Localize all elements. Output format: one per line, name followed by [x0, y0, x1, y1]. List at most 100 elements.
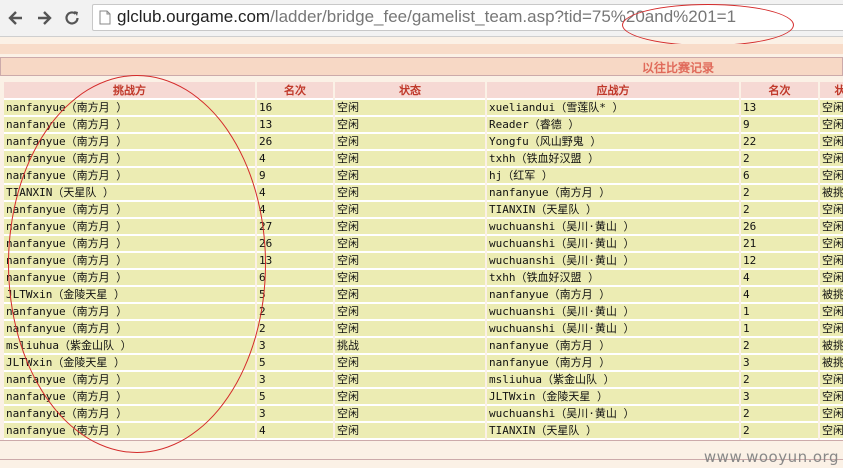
browser-toolbar: glclub.ourgame.com/ladder/bridge_fee/gam…: [0, 0, 843, 37]
defender-cell: wuchuanshi（吴川·黄山 ）: [487, 236, 739, 253]
challenger-cell: nanfanyue（南方月 ）: [4, 423, 255, 440]
challenger-status-cell: 空闲: [335, 117, 485, 134]
match-table: 挑战方 名次 状态 应战方 名次 状 nanfanyue（南方月 ） 16 空闲 xu…: [2, 82, 843, 440]
table-row: nanfanyue（南方月 ） 4 空闲 txhh（铁血好汉盟 ） 2 空闲: [4, 151, 843, 168]
defender-cell: wuchuanshi（吴川·黄山 ）: [487, 304, 739, 321]
defender-rank-cell: 2: [741, 151, 818, 168]
defender-status-cell: 被挑: [820, 287, 843, 304]
forward-button[interactable]: [32, 6, 56, 30]
defender-cell: txhh（铁血好汉盟 ）: [487, 151, 739, 168]
challenger-rank-cell: 16: [257, 100, 333, 117]
challenger-rank-cell: 5: [257, 355, 333, 372]
table-row: nanfanyue（南方月 ） 16 空闲 xueliandui（雪莲队* ） 13 空闲: [4, 100, 843, 117]
table-row: JLTWxin（金陵天星 ） 5 空闲 nanfanyue（南方月 ） 3 被挑: [4, 355, 843, 372]
defender-cell: Reader（睿德 ）: [487, 117, 739, 134]
challenger-cell: nanfanyue（南方月 ）: [4, 168, 255, 185]
url-path: /ladder/bridge_fee/gamelist_team.asp?tid…: [270, 7, 737, 26]
challenger-rank-cell: 4: [257, 151, 333, 168]
defender-rank-cell: 2: [741, 202, 818, 219]
challenger-status-cell: 空闲: [335, 372, 485, 389]
challenger-cell: nanfanyue（南方月 ）: [4, 219, 255, 236]
challenger-rank-cell: 4: [257, 202, 333, 219]
table-row: nanfanyue（南方月 ） 5 空闲 JLTWxin（金陵天星 ） 3 空闲: [4, 389, 843, 406]
column-header-rank: 名次: [257, 82, 333, 100]
defender-cell: wuchuanshi（吴川·黄山 ）: [487, 406, 739, 423]
challenger-status-cell: 空闲: [335, 100, 485, 117]
section-header: 以往比赛记录: [0, 57, 843, 76]
challenger-status-cell: 空闲: [335, 304, 485, 321]
defender-status-cell: 空闲: [820, 117, 843, 134]
defender-status-cell: 空闲: [820, 389, 843, 406]
address-bar[interactable]: glclub.ourgame.com/ladder/bridge_fee/gam…: [92, 4, 843, 31]
challenger-status-cell: 空闲: [335, 321, 485, 338]
defender-status-cell: 被挑: [820, 355, 843, 372]
table-row: nanfanyue（南方月 ） 2 空闲 wuchuanshi（吴川·黄山 ） 1 空闲: [4, 304, 843, 321]
challenger-status-cell: 空闲: [335, 151, 485, 168]
defender-status-cell: 空闲: [820, 202, 843, 219]
url-text: glclub.ourgame.com/ladder/bridge_fee/gam…: [117, 7, 736, 27]
defender-rank-cell: 2: [741, 406, 818, 423]
challenger-rank-cell: 2: [257, 304, 333, 321]
defender-status-cell: 空闲: [820, 100, 843, 117]
challenger-cell: nanfanyue（南方月 ）: [4, 202, 255, 219]
defender-status-cell: 空闲: [820, 236, 843, 253]
defender-cell: TIANXIN（天星队 ）: [487, 202, 739, 219]
defender-rank-cell: 1: [741, 304, 818, 321]
table-row: msliuhua（紫金山队 ） 3 挑战 nanfanyue（南方月 ） 2 被挑: [4, 338, 843, 355]
defender-status-cell: 被挑: [820, 338, 843, 355]
challenger-cell: nanfanyue（南方月 ）: [4, 100, 255, 117]
defender-cell: nanfanyue（南方月 ）: [487, 338, 739, 355]
defender-status-cell: 空闲: [820, 134, 843, 151]
defender-rank-cell: 12: [741, 253, 818, 270]
table-row: nanfanyue（南方月 ） 13 空闲 Reader（睿德 ） 9 空闲: [4, 117, 843, 134]
challenger-status-cell: 空闲: [335, 270, 485, 287]
challenger-status-cell: 空闲: [335, 287, 485, 304]
reload-icon: [65, 11, 79, 25]
defender-rank-cell: 21: [741, 236, 818, 253]
reload-button[interactable]: [60, 6, 84, 30]
table-row: nanfanyue（南方月 ） 4 空闲 TIANXIN（天星队 ） 2 空闲: [4, 423, 843, 440]
challenger-rank-cell: 6: [257, 270, 333, 287]
defender-cell: wuchuanshi（吴川·黄山 ）: [487, 219, 739, 236]
table-row: nanfanyue（南方月 ） 3 空闲 msliuhua（紫金山队 ） 2 空闲: [4, 372, 843, 389]
challenger-rank-cell: 5: [257, 389, 333, 406]
defender-cell: JLTWxin（金陵天星 ）: [487, 389, 739, 406]
challenger-cell: nanfanyue（南方月 ）: [4, 117, 255, 134]
defender-rank-cell: 2: [741, 185, 818, 202]
challenger-status-cell: 挑战: [335, 338, 485, 355]
challenger-rank-cell: 3: [257, 406, 333, 423]
defender-rank-cell: 2: [741, 372, 818, 389]
column-header-status2: 状: [820, 82, 843, 100]
watermark: www.wooyun.org: [703, 448, 839, 466]
defender-rank-cell: 6: [741, 168, 818, 185]
defender-status-cell: 空闲: [820, 372, 843, 389]
column-header-challenger: 挑战方: [4, 82, 255, 100]
defender-cell: nanfanyue（南方月 ）: [487, 287, 739, 304]
url-host: glclub.ourgame.com: [117, 7, 271, 26]
defender-status-cell: 空闲: [820, 406, 843, 423]
challenger-cell: nanfanyue（南方月 ）: [4, 270, 255, 287]
table-row: nanfanyue（南方月 ） 9 空闲 hj（红军 ） 6 空闲: [4, 168, 843, 185]
defender-cell: msliuhua（紫金山队 ）: [487, 372, 739, 389]
defender-status-cell: 被挑: [820, 185, 843, 202]
challenger-cell: nanfanyue（南方月 ）: [4, 389, 255, 406]
challenger-status-cell: 空闲: [335, 219, 485, 236]
challenger-cell: nanfanyue（南方月 ）: [4, 134, 255, 151]
back-button[interactable]: [4, 6, 28, 30]
defender-status-cell: 空闲: [820, 321, 843, 338]
challenger-cell: nanfanyue（南方月 ）: [4, 253, 255, 270]
challenger-rank-cell: 26: [257, 134, 333, 151]
challenger-cell: msliuhua（紫金山队 ）: [4, 338, 255, 355]
challenger-cell: nanfanyue（南方月 ）: [4, 236, 255, 253]
challenger-cell: TIANXIN（天星队 ）: [4, 185, 255, 202]
challenger-rank-cell: 4: [257, 423, 333, 440]
challenger-status-cell: 空闲: [335, 168, 485, 185]
challenger-rank-cell: 4: [257, 185, 333, 202]
challenger-rank-cell: 5: [257, 287, 333, 304]
defender-rank-cell: 1: [741, 321, 818, 338]
challenger-status-cell: 空闲: [335, 134, 485, 151]
challenger-status-cell: 空闲: [335, 406, 485, 423]
defender-cell: wuchuanshi（吴川·黄山 ）: [487, 253, 739, 270]
table-row: JLTWxin（金陵天星 ） 5 空闲 nanfanyue（南方月 ） 4 被挑: [4, 287, 843, 304]
defender-status-cell: 空闲: [820, 270, 843, 287]
